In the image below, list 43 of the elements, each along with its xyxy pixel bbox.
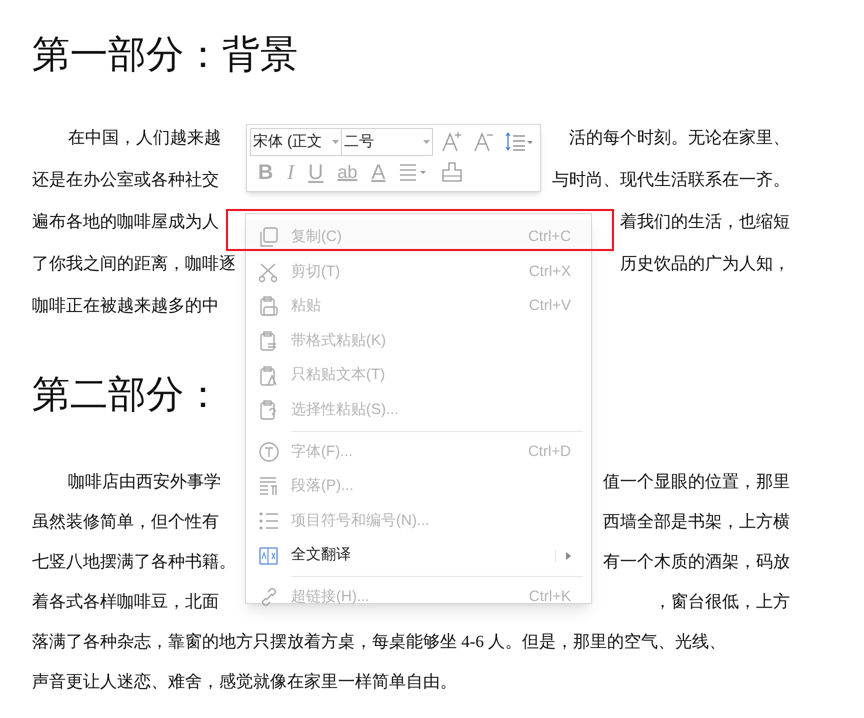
list-icon	[258, 510, 280, 532]
underline-button[interactable]: U	[308, 156, 324, 188]
heading: 第二部分：	[32, 373, 222, 418]
highlight-button[interactable]: ab	[337, 158, 358, 186]
font-shrink-icon[interactable]	[473, 131, 495, 154]
text-line: 遍布各地的咖啡屋成为人	[32, 211, 219, 233]
scissors-icon	[258, 260, 280, 283]
size-dropdown[interactable]: 二号	[341, 128, 433, 156]
translate-icon	[258, 544, 280, 567]
text-line: 西墙全部是书架，上方横	[603, 511, 790, 533]
text-line: 声音更让人迷恋、难舍，感觉就像在家里一样简单自由。	[32, 671, 457, 693]
font-color-button[interactable]: A	[371, 156, 386, 188]
text-line: 虽然装修简单，但个性有	[32, 511, 219, 533]
text-line: ，窗台很低，上方	[654, 591, 790, 613]
font-icon	[258, 440, 280, 463]
text-line: 着我们的生活，也缩短	[620, 211, 790, 233]
text-line: 有一个木质的酒架，码放	[603, 551, 790, 573]
text-line: 与时尚、现代生活联系在一齐。	[552, 169, 790, 191]
text-line: 活的每个时刻。无论在家里、	[569, 127, 790, 149]
text-line: 在中国，人们越来越	[68, 127, 221, 149]
line-spacing-icon[interactable]	[505, 131, 533, 154]
menu-item[interactable]: 全文翻译	[246, 538, 591, 573]
bold-button[interactable]: B	[258, 156, 274, 188]
clipboard-icon	[258, 295, 280, 318]
caret-icon	[332, 140, 339, 144]
align-icon[interactable]	[399, 162, 428, 182]
text-line: 还是在办公室或各种社交	[32, 169, 219, 191]
text-line: 历史饮品的广为人知，	[620, 253, 790, 275]
text-line: 了你我之间的距离，咖啡逐	[32, 253, 236, 275]
text-line: 值一个显眼的位置，那里	[603, 471, 790, 493]
font-dropdown[interactable]: 宋体 (正文	[250, 128, 342, 156]
text-line: 七竖八地摆满了各种书籍。	[32, 551, 236, 573]
format-painter-icon[interactable]	[441, 161, 464, 184]
copy-icon	[258, 226, 280, 248]
heading: 第一部分：背景	[32, 33, 298, 78]
text-line: 咖啡店由西安外事学	[68, 471, 221, 493]
text-line: 咖啡正在被越来越多的中	[32, 295, 219, 317]
text-line: 落满了各种杂志，靠窗的地方只摆放着方桌，每桌能够坐 4-6 人。但是，那里的空气、光线、	[32, 631, 726, 653]
font-grow-icon[interactable]	[441, 131, 463, 154]
text-line: 着各式各样咖啡豆，北面	[32, 591, 219, 613]
caret-icon	[423, 140, 430, 144]
italic-button[interactable]: I	[287, 156, 294, 188]
paragraph-icon	[258, 475, 280, 498]
